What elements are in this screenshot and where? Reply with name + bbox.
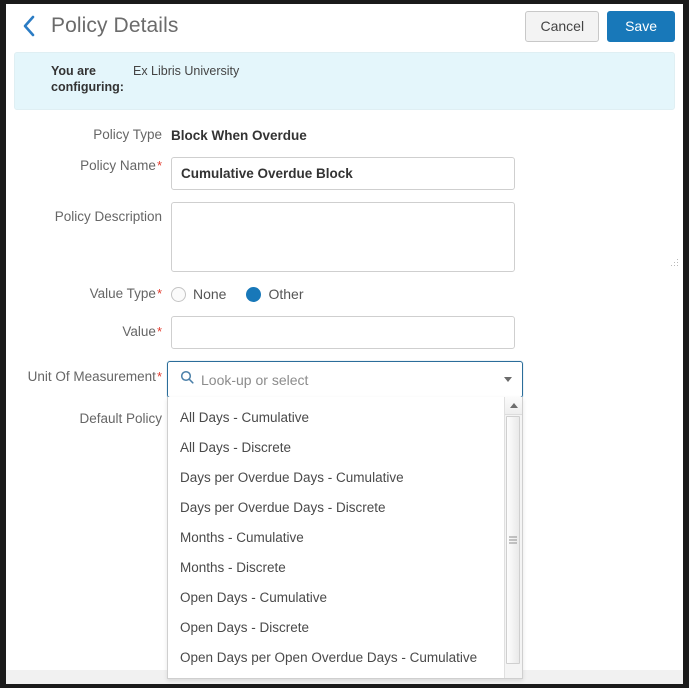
cancel-button[interactable]: Cancel xyxy=(525,11,599,42)
unit-of-measurement-label-text: Unit Of Measurement xyxy=(28,369,156,384)
chevron-left-icon xyxy=(22,15,36,37)
page-header: Policy Details Cancel Save xyxy=(6,0,683,52)
row-policy-description: Policy Description xyxy=(6,202,683,272)
chevron-down-icon xyxy=(504,377,512,382)
scrollbar-thumb[interactable] xyxy=(506,416,520,664)
row-value: Value* xyxy=(6,316,683,349)
value-type-field: None Other xyxy=(171,285,683,302)
policy-name-field xyxy=(171,157,683,190)
combobox-control[interactable] xyxy=(167,361,523,398)
resize-grip-icon xyxy=(670,259,679,268)
value-type-label-text: Value Type xyxy=(90,286,156,301)
policy-description-field xyxy=(171,202,683,272)
policy-name-label: Policy Name* xyxy=(6,157,171,174)
page-title: Policy Details xyxy=(51,14,178,38)
scrollbar-grip-icon xyxy=(509,537,517,544)
dropdown-option[interactable]: Months - Cumulative xyxy=(168,523,504,553)
policy-type-field: Block When Overdue xyxy=(171,126,683,144)
configuring-label: You are configuring: xyxy=(51,63,125,95)
row-unit-of-measurement: Unit Of Measurement* xyxy=(6,361,683,398)
dropdown-option[interactable]: Months - Discrete xyxy=(168,553,504,583)
value-label-text: Value xyxy=(122,324,156,339)
value-type-radio-group: None Other xyxy=(171,285,683,302)
dropdown-option[interactable]: All Days - Discrete xyxy=(168,433,504,463)
policy-description-textarea[interactable] xyxy=(171,202,515,272)
scroll-up-arrow-glyph xyxy=(510,403,518,408)
policy-name-input[interactable] xyxy=(171,157,515,190)
configuring-value: Ex Libris University xyxy=(133,63,239,79)
value-input[interactable] xyxy=(171,316,515,349)
policy-description-label: Policy Description xyxy=(6,202,171,225)
value-type-required-marker: * xyxy=(157,286,162,301)
unit-of-measurement-label: Unit Of Measurement* xyxy=(6,361,171,386)
policy-type-value: Block When Overdue xyxy=(171,126,683,144)
configuring-banner-wrap: You are configuring: Ex Libris Universit… xyxy=(6,52,683,110)
unit-of-measurement-combobox[interactable]: All Days - Cumulative All Days - Discret… xyxy=(167,361,523,398)
radio-option-none[interactable]: None xyxy=(171,286,226,302)
search-icon xyxy=(180,370,194,389)
unit-of-measurement-required-marker: * xyxy=(157,369,162,384)
combobox-toggle-button[interactable] xyxy=(504,361,512,398)
value-field xyxy=(171,316,683,349)
policy-details-screen: Policy Details Cancel Save You are confi… xyxy=(0,0,689,688)
unit-of-measurement-field: All Days - Cumulative All Days - Discret… xyxy=(171,361,683,398)
policy-name-required-marker: * xyxy=(157,158,162,173)
dropdown-option[interactable]: Open Days - Cumulative xyxy=(168,583,504,613)
dropdown-option[interactable]: Days per Overdue Days - Cumulative xyxy=(168,463,504,493)
value-type-label: Value Type* xyxy=(6,285,171,302)
radio-label-none: None xyxy=(193,286,226,302)
policy-form: Policy Type Block When Overdue Policy Na… xyxy=(6,110,683,427)
unit-of-measurement-search-input[interactable] xyxy=(201,370,512,390)
radio-circle-none[interactable] xyxy=(171,287,186,302)
row-policy-type: Policy Type Block When Overdue xyxy=(6,126,683,144)
row-value-type: Value Type* None Other xyxy=(6,285,683,302)
dropdown-option-list: All Days - Cumulative All Days - Discret… xyxy=(168,397,504,678)
configuring-banner: You are configuring: Ex Libris Universit… xyxy=(14,52,675,110)
scroll-up-arrow-icon[interactable] xyxy=(505,397,522,415)
dropdown-scrollbar[interactable] xyxy=(504,397,522,678)
dropdown-option[interactable]: Open Days - Discrete xyxy=(168,613,504,643)
row-policy-name: Policy Name* xyxy=(6,157,683,190)
dropdown-option[interactable]: Open Days per Open Overdue Days - Cumula… xyxy=(168,643,504,673)
dropdown-option[interactable]: All Days - Cumulative xyxy=(168,403,504,433)
policy-type-label: Policy Type xyxy=(6,126,171,143)
dropdown-option[interactable]: Days per Overdue Days - Discrete xyxy=(168,493,504,523)
radio-label-other: Other xyxy=(268,286,303,302)
radio-circle-other[interactable] xyxy=(246,287,261,302)
default-policy-label: Default Policy xyxy=(6,410,171,427)
policy-name-label-text: Policy Name xyxy=(80,158,156,173)
radio-option-other[interactable]: Other xyxy=(246,286,303,302)
value-required-marker: * xyxy=(157,324,162,339)
value-label: Value* xyxy=(6,316,171,340)
back-button[interactable] xyxy=(16,11,42,41)
unit-of-measurement-dropdown: All Days - Cumulative All Days - Discret… xyxy=(167,397,523,679)
save-button[interactable]: Save xyxy=(607,11,675,42)
